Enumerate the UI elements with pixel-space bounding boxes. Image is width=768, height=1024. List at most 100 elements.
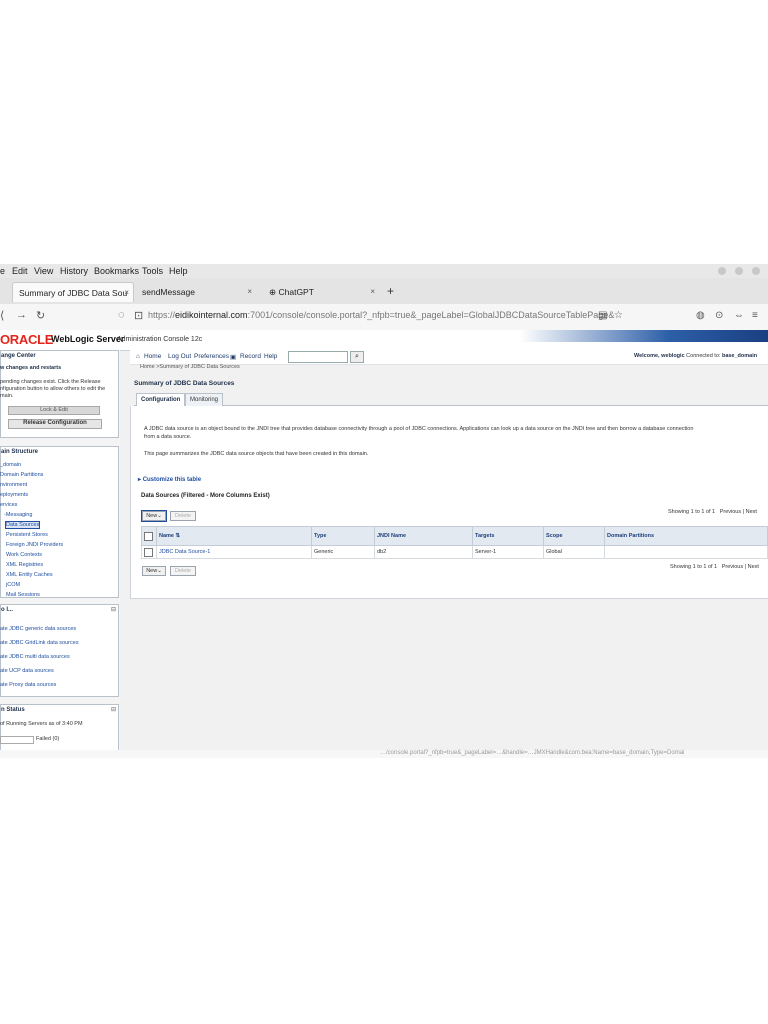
address-field[interactable]: https://eidikointernal.com:7001/console/… [148, 310, 614, 320]
delete-button[interactable]: Delete [170, 511, 196, 521]
system-status-box: n Status ⊟ [0, 704, 119, 754]
record-icon[interactable]: ▣ [230, 353, 236, 361]
logout-link[interactable]: Log Out [168, 353, 191, 360]
maximize-icon[interactable] [735, 267, 743, 275]
how-do-i-link[interactable]: ate JDBC generic data sources [0, 626, 76, 632]
previous-link[interactable]: Previous [720, 509, 741, 515]
home-icon[interactable]: ⌂ [136, 353, 140, 360]
menu-tools[interactable]: Tools [142, 266, 163, 276]
col-type[interactable]: Type [311, 526, 375, 546]
how-do-i-link[interactable]: ate UCP data sources [0, 668, 54, 674]
tree-item[interactable]: nvironment [0, 482, 27, 488]
release-configuration-button[interactable]: Release Configuration [8, 419, 102, 429]
tab-label: Summary of JDBC Data Sou [19, 288, 128, 298]
tree-item[interactable]: Work Contexts [6, 552, 42, 558]
page-tabs: Configuration Monitoring [134, 392, 768, 406]
data-source-link[interactable]: JDBC Data Source-1 [159, 549, 210, 555]
close-icon[interactable]: × [124, 283, 129, 303]
tree-item[interactable]: eployments [0, 492, 28, 498]
row-select-cell[interactable] [141, 545, 157, 559]
col-targets[interactable]: Targets [472, 526, 544, 546]
how-do-i-link[interactable]: ate JDBC multi data sources [0, 654, 70, 660]
how-do-i-link[interactable]: ate Proxy data sources [0, 682, 56, 688]
menu-history[interactable]: History [60, 266, 88, 276]
forward-icon[interactable]: → [16, 309, 27, 321]
col-scope[interactable]: Scope [543, 526, 605, 546]
reader-icon[interactable]: ▤ [598, 310, 607, 321]
col-jndi-name[interactable]: JNDI Name [374, 526, 473, 546]
cell-targets: Server-1 [472, 545, 544, 559]
pagination-top: Showing 1 to 1 of 1 Previous | Next [668, 509, 757, 515]
new-button[interactable]: New⌄ [141, 510, 167, 522]
lock-icon[interactable]: ⊡ [134, 309, 143, 322]
select-all-cell[interactable] [141, 526, 157, 546]
header-stripe [520, 330, 768, 342]
help-link[interactable]: Help [264, 353, 277, 360]
col-domain-partitions[interactable]: Domain Partitions [604, 526, 768, 546]
minimize-icon[interactable] [718, 267, 726, 275]
collapse-icon[interactable]: ⊟ [111, 606, 116, 613]
next-link[interactable]: Next [748, 564, 759, 570]
tree-item[interactable]: jCOM [6, 582, 20, 588]
page-title: Summary of JDBC Data Sources [134, 380, 235, 387]
tree-item[interactable]: Foreign JNDI Providers [6, 542, 63, 548]
home-link[interactable]: Home [144, 353, 161, 360]
menu-edit[interactable]: Edit [12, 266, 28, 276]
row-checkbox[interactable] [144, 547, 153, 557]
tab-monitoring[interactable]: Monitoring [185, 393, 224, 406]
welcome-text: Welcome, weblogic Connected to: base_dom… [634, 353, 758, 359]
reload-icon[interactable]: ↻ [36, 309, 45, 322]
customize-table-link[interactable]: ▸ Customize this table [138, 476, 201, 483]
back-icon[interactable]: ⟨ [0, 309, 4, 322]
table-title: Data Sources (Filtered - More Columns Ex… [141, 493, 270, 499]
left-panel: ange Center w changes and restarts pendi… [0, 350, 120, 754]
record-link[interactable]: Record [240, 353, 261, 360]
browser-tab-chatgpt[interactable]: ⊕ ChatGPT × [263, 282, 379, 302]
tree-item[interactable]: XML Entity Caches [6, 572, 53, 578]
delete-button-bottom[interactable]: Delete [170, 566, 196, 576]
lock-edit-button[interactable]: Lock & Edit [8, 406, 100, 415]
next-link[interactable]: Next [746, 509, 757, 515]
shield-icon[interactable]: ◌ [118, 309, 125, 321]
sort-icon: ⇅ [175, 533, 181, 539]
select-all-checkbox[interactable] [144, 531, 153, 541]
browser-tab-jdbc[interactable]: Summary of JDBC Data Sou × [12, 282, 134, 302]
preferences-link[interactable]: Preferences [194, 353, 229, 360]
breadcrumb[interactable]: Home >Summary of JDBC Data Sources [140, 364, 240, 370]
browser-tab-sendmessage[interactable]: sendMessage × [136, 282, 258, 302]
close-window-icon[interactable] [752, 267, 760, 275]
tree-item[interactable]: _domain [0, 462, 21, 468]
tab-configuration[interactable]: Configuration [136, 393, 186, 406]
tree-item[interactable]: XML Registries [6, 562, 43, 568]
cell-type: Generic [311, 545, 375, 559]
menu-bookmarks[interactable]: Bookmarks [94, 266, 139, 276]
new-button-bottom[interactable]: New⌄ [142, 566, 166, 576]
menu-file[interactable]: e [0, 266, 5, 276]
search-icon[interactable]: ⌕ [350, 351, 364, 363]
tree-item-data-sources[interactable]: Data Sources [4, 521, 41, 529]
close-icon[interactable]: × [370, 282, 375, 302]
tree-item[interactable]: -Messaging [4, 512, 32, 518]
tree-item[interactable]: Domain Partitions [0, 472, 43, 478]
tree-item[interactable]: Persistent Stores [6, 532, 48, 538]
view-changes-link[interactable]: w changes and restarts [0, 365, 61, 371]
description-text: from a data source. [144, 434, 192, 440]
extensions-icon[interactable]: ⇔ [734, 310, 744, 321]
account-icon[interactable]: ⊙ [715, 310, 723, 321]
close-icon[interactable]: × [247, 282, 252, 302]
new-tab-button[interactable]: + [387, 284, 394, 298]
tree-item[interactable]: Mail Sessions [6, 592, 40, 598]
previous-link[interactable]: Previous [722, 564, 743, 570]
tree-item[interactable]: ervices [0, 502, 17, 508]
collapse-icon[interactable]: ⊟ [111, 706, 116, 713]
col-name[interactable]: Name ⇅ [156, 526, 312, 546]
how-do-i-link[interactable]: ate JDBC GridLink data sources [0, 640, 79, 646]
menu-view[interactable]: View [34, 266, 53, 276]
star-icon[interactable]: ☆ [614, 310, 623, 321]
menu-help[interactable]: Help [169, 266, 188, 276]
search-input[interactable] [288, 351, 348, 363]
change-center-text: main. [0, 393, 14, 399]
menu-icon[interactable]: ≡ [752, 310, 758, 321]
cell-name[interactable]: JDBC Data Source-1 [156, 545, 312, 559]
pocket-icon[interactable]: ◍ [696, 310, 705, 321]
